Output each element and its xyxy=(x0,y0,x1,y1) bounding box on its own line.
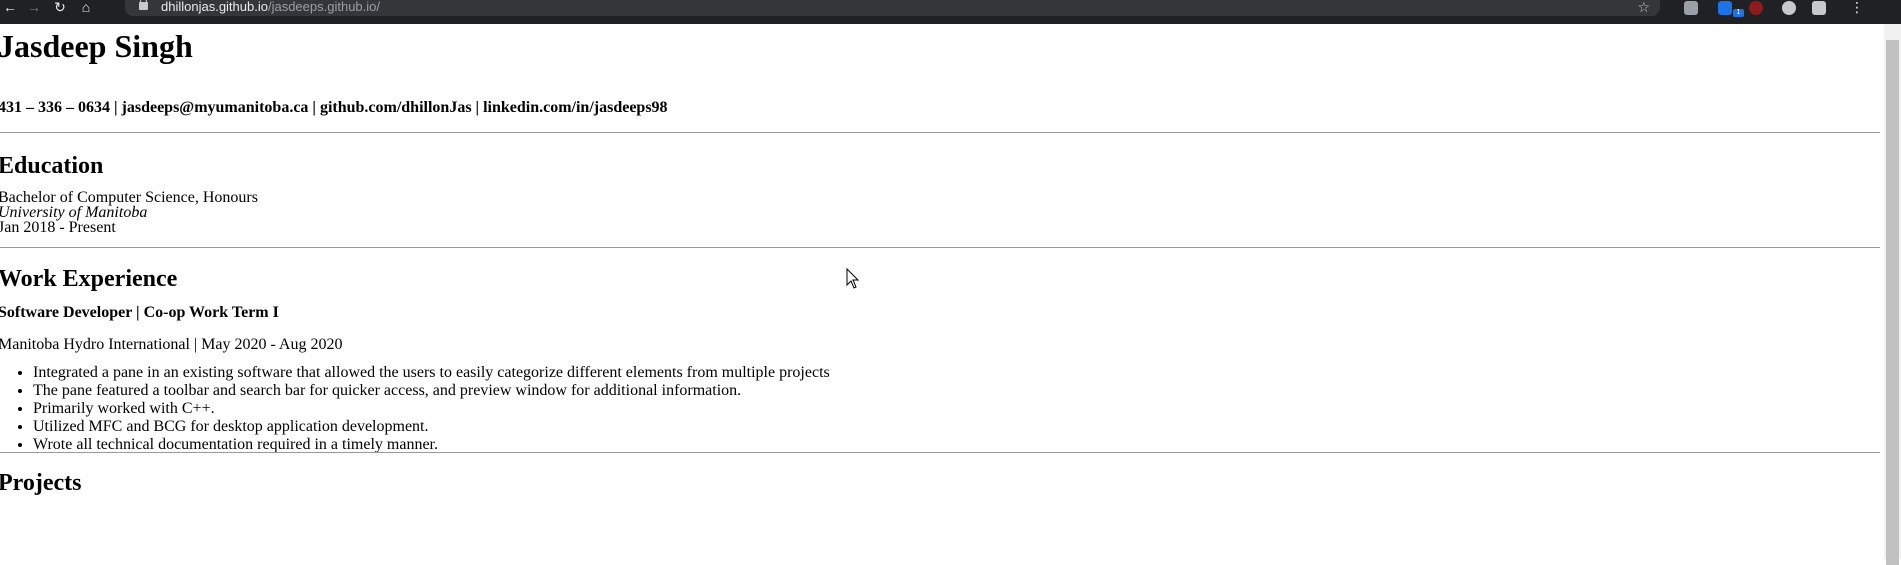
education-heading: Education xyxy=(0,153,104,179)
section-divider xyxy=(0,452,1880,453)
list-item: The pane featured a toolbar and search b… xyxy=(33,382,830,400)
list-item: Primarily worked with C++. xyxy=(33,400,830,418)
reload-icon[interactable]: ↻ xyxy=(50,0,70,16)
scrollbar-thumb[interactable] xyxy=(1886,40,1899,565)
browser-toolbar: ← → ↻ ⌂ dhillonjas.github.io/jasdeeps.gi… xyxy=(0,0,1901,24)
url-host: dhillonjas.github.io xyxy=(161,0,268,14)
work-bullet-list: Integrated a pane in an existing softwar… xyxy=(0,364,830,454)
star-icon[interactable]: ☆ xyxy=(1637,0,1650,14)
contact-line: 431 – 336 – 0634 | jasdeeps@myumanitoba.… xyxy=(0,99,668,116)
list-item: Integrated a pane in an existing softwar… xyxy=(33,364,830,382)
lock-icon[interactable] xyxy=(139,0,148,10)
employer-dates: Manitoba Hydro International | May 2020 … xyxy=(0,336,343,353)
projects-heading: Projects xyxy=(0,470,82,496)
back-arrow-icon[interactable]: ← xyxy=(0,0,20,16)
url-path: /jasdeeps.github.io/ xyxy=(267,0,380,14)
circle-extension-icon[interactable] xyxy=(1782,1,1796,15)
list-item: Utilized MFC and BCG for desktop applica… xyxy=(33,418,830,436)
section-divider xyxy=(0,247,1880,248)
ublock-icon[interactable] xyxy=(1749,1,1763,15)
blue-extension-icon[interactable] xyxy=(1718,1,1732,15)
more-menu-icon[interactable]: ⋮ xyxy=(1850,0,1864,14)
home-icon[interactable]: ⌂ xyxy=(76,0,96,16)
job-title: Software Developer | Co-op Work Term I xyxy=(0,304,279,321)
address-bar[interactable]: dhillonjas.github.io/jasdeeps.github.io/… xyxy=(125,0,1660,16)
forward-arrow-icon[interactable]: → xyxy=(24,0,44,16)
work-heading: Work Experience xyxy=(0,266,178,292)
url-text[interactable]: dhillonjas.github.io/jasdeeps.github.io/ xyxy=(161,0,380,14)
page-title: Jasdeep Singh xyxy=(0,28,193,64)
section-divider xyxy=(0,132,1880,133)
education-dates: Jan 2018 - Present xyxy=(0,219,116,236)
media-extension-icon[interactable] xyxy=(1684,1,1698,15)
mouse-cursor-icon xyxy=(846,268,860,289)
extension-badge: 1 xyxy=(1733,9,1744,17)
puzzle-icon[interactable] xyxy=(1812,1,1826,15)
